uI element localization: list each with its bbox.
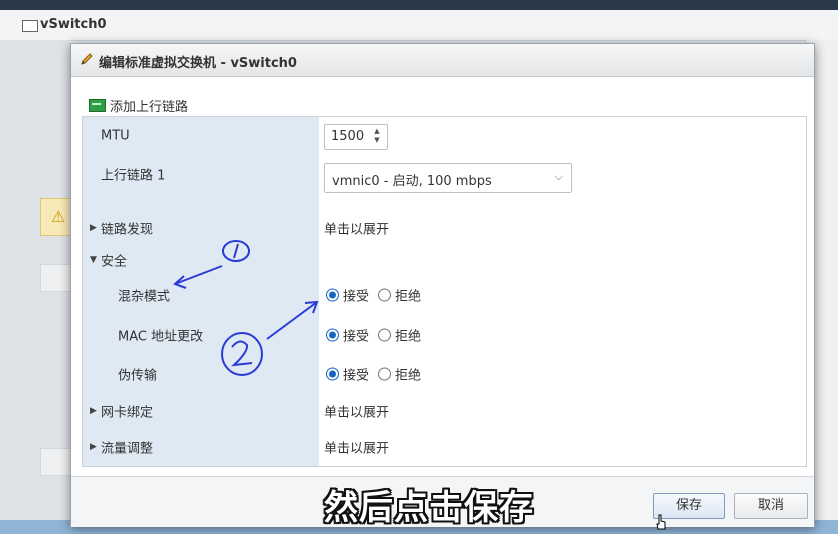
chevron-down-icon: ⌵ [554, 170, 563, 183]
edit-vswitch-dialog: 编辑标准虚拟交换机 - vSwitch0 添加上行链路 MTU 1500 ▲ ▼ … [70, 43, 815, 527]
nic-teaming-row[interactable]: ▶ 网卡绑定 单击以展开 [83, 393, 806, 429]
traffic-shaping-row[interactable]: ▶ 流量调整 单击以展开 [83, 428, 806, 466]
nic-teaming-value: 单击以展开 [324, 405, 390, 420]
collapse-triangle-icon: ▼ [90, 255, 97, 265]
link-discovery-label: 链路发现 [101, 222, 154, 237]
cancel-button[interactable]: 取消 [734, 493, 808, 519]
promiscuous-row: 混杂模式 接受 拒绝 [83, 275, 806, 316]
pencil-icon [81, 53, 93, 65]
nic-teaming-label: 网卡绑定 [101, 405, 154, 420]
forged-transmits-label: 伪传输 [118, 368, 158, 384]
dialog-title: 编辑标准虚拟交换机 - vSwitch0 [99, 56, 297, 71]
promiscuous-accept-radio[interactable] [326, 288, 339, 302]
hand-cursor-icon [656, 514, 666, 530]
link-discovery-value: 单击以展开 [324, 222, 390, 237]
uplink1-select[interactable]: vmnic0 - 启动, 100 mbps ⌵ [324, 163, 572, 193]
network-card-icon [89, 99, 106, 112]
video-subtitle: 然后点击保存 [324, 488, 534, 528]
traffic-shaping-value: 单击以展开 [324, 441, 390, 457]
link-discovery-row[interactable]: ▶ 链路发现 单击以展开 [83, 210, 806, 246]
promiscuous-accept-label[interactable]: 接受 [343, 286, 369, 305]
forged-accept-radio[interactable] [326, 367, 339, 381]
traffic-shaping-label: 流量调整 [101, 441, 154, 457]
forged-reject-radio[interactable] [378, 367, 391, 381]
background-window-header: vSwitch0 [0, 10, 838, 41]
mtu-input[interactable]: 1500 ▲ ▼ [324, 124, 388, 150]
app-top-bar [0, 0, 838, 10]
mac-change-reject-label[interactable]: 拒绝 [395, 326, 421, 345]
expand-triangle-icon: ▶ [90, 405, 97, 416]
stepper-icon[interactable]: ▲ ▼ [370, 127, 384, 145]
security-label: 安全 [101, 254, 128, 270]
mac-change-accept-radio[interactable] [326, 328, 339, 342]
mtu-value: 1500 [331, 129, 365, 144]
mac-change-reject-radio[interactable] [378, 328, 391, 342]
background-window-title: vSwitch0 [40, 17, 107, 32]
mac-change-row: MAC 地址更改 接受 拒绝 [83, 315, 806, 356]
promiscuous-reject-radio[interactable] [378, 288, 391, 302]
forged-accept-label[interactable]: 接受 [343, 365, 369, 384]
settings-form: MTU 1500 ▲ ▼ 上行链路 1 vmnic0 - 启动, 100 mbps… [82, 116, 807, 467]
promiscuous-label: 混杂模式 [118, 289, 171, 305]
mac-change-label: MAC 地址更改 [118, 329, 204, 345]
forged-reject-label[interactable]: 拒绝 [395, 365, 421, 384]
add-uplink-button[interactable]: 添加上行链路 [89, 96, 188, 115]
dialog-header: 编辑标准虚拟交换机 - vSwitch0 [71, 44, 814, 77]
switch-icon [22, 20, 38, 32]
add-uplink-label: 添加上行链路 [110, 100, 189, 115]
uplink1-label: 上行链路 1 [101, 168, 166, 184]
uplink1-value: vmnic0 - 启动, 100 mbps [332, 174, 492, 189]
mac-change-accept-label[interactable]: 接受 [343, 326, 369, 345]
promiscuous-reject-label[interactable]: 拒绝 [395, 286, 421, 305]
mtu-row: MTU 1500 ▲ ▼ [83, 117, 806, 156]
uplink1-row: 上行链路 1 vmnic0 - 启动, 100 mbps ⌵ ✕ [83, 155, 806, 211]
warning-icon: ⚠ [51, 207, 66, 226]
expand-triangle-icon: ▶ [90, 442, 97, 452]
mtu-label: MTU [101, 128, 130, 144]
forged-transmits-row: 伪传输 接受 拒绝 [83, 355, 806, 394]
security-row[interactable]: ▼ 安全 [83, 245, 806, 276]
expand-triangle-icon: ▶ [90, 222, 97, 233]
